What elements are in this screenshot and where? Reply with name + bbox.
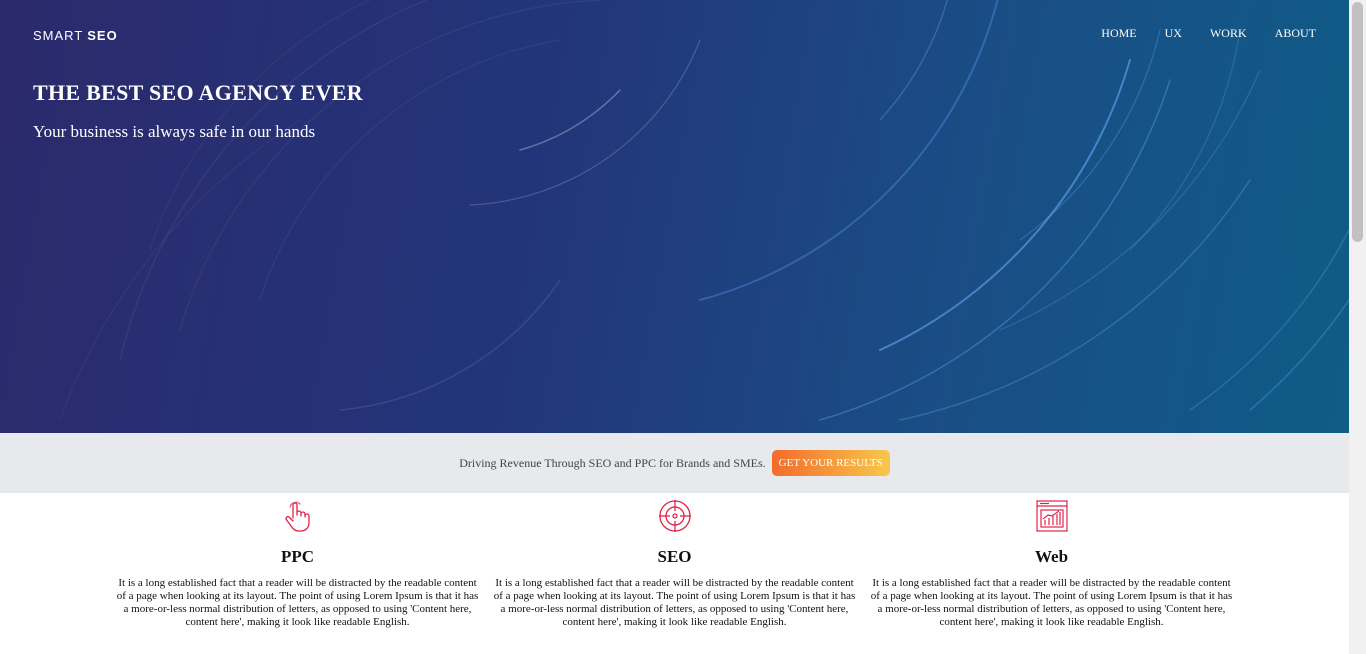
logo-text-light: SMART bbox=[33, 28, 84, 43]
star-trails-background bbox=[59, 0, 1349, 421]
nav-ux[interactable]: UX bbox=[1165, 26, 1182, 41]
cta-band: Driving Revenue Through SEO and PPC for … bbox=[0, 433, 1349, 493]
service-ppc: PPC It is a long established fact that a… bbox=[109, 493, 486, 654]
service-title: SEO bbox=[657, 547, 692, 566]
pointer-hand-icon bbox=[284, 501, 310, 532]
logo-text-bold: SEO bbox=[87, 28, 118, 43]
hero-section: SMART SEO HOME UX WORK ABOUT THE BEST SE… bbox=[0, 0, 1349, 433]
service-description: It is a long established fact that a rea… bbox=[493, 577, 856, 628]
service-description: It is a long established fact that a rea… bbox=[870, 577, 1233, 628]
services-section: PPC It is a long established fact that a… bbox=[0, 493, 1349, 654]
nav-work[interactable]: WORK bbox=[1210, 26, 1247, 41]
service-description: It is a long established fact that a rea… bbox=[116, 577, 479, 628]
scrollbar-thumb[interactable] bbox=[1352, 2, 1363, 242]
web-chart-icon bbox=[1035, 500, 1068, 532]
hero-subtitle: Your business is always safe in our hand… bbox=[33, 122, 316, 141]
logo[interactable]: SMART SEO bbox=[33, 28, 118, 43]
main-nav: HOME UX WORK ABOUT bbox=[1101, 26, 1316, 41]
service-web: Web It is a long established fact that a… bbox=[863, 493, 1240, 654]
page-scrollbar[interactable] bbox=[1349, 0, 1366, 654]
service-title: PPC bbox=[280, 547, 315, 566]
nav-home[interactable]: HOME bbox=[1101, 26, 1136, 41]
nav-about[interactable]: ABOUT bbox=[1275, 26, 1316, 41]
service-title: Web bbox=[1034, 547, 1069, 566]
hero-title: THE BEST SEO AGENCY EVER bbox=[33, 80, 363, 105]
cta-text: Driving Revenue Through SEO and PPC for … bbox=[459, 455, 766, 470]
get-results-button[interactable]: GET YOUR RESULTS bbox=[771, 450, 890, 476]
service-seo: SEO It is a long established fact that a… bbox=[486, 493, 863, 654]
target-icon bbox=[658, 500, 691, 532]
